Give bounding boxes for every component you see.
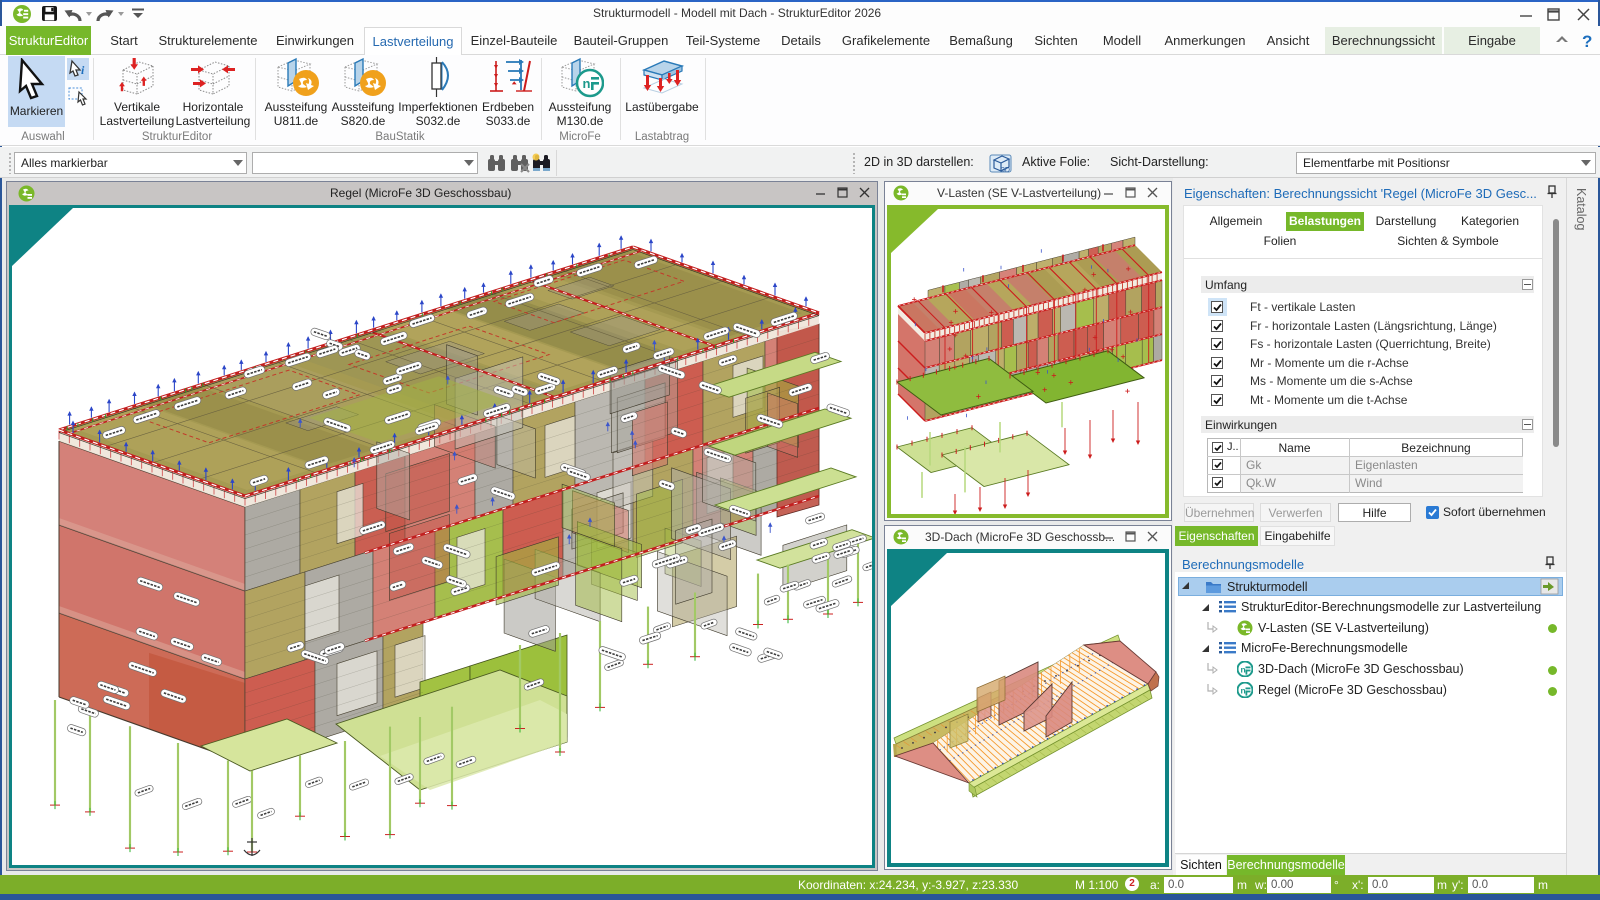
svg-text:3D: 3D bbox=[1001, 167, 1010, 174]
svg-text:i: i bbox=[81, 63, 85, 77]
svg-text:n: n bbox=[1241, 665, 1246, 675]
svg-text:n: n bbox=[1241, 686, 1246, 696]
svg-text:?: ? bbox=[1582, 32, 1592, 51]
svg-text:n: n bbox=[583, 76, 591, 91]
